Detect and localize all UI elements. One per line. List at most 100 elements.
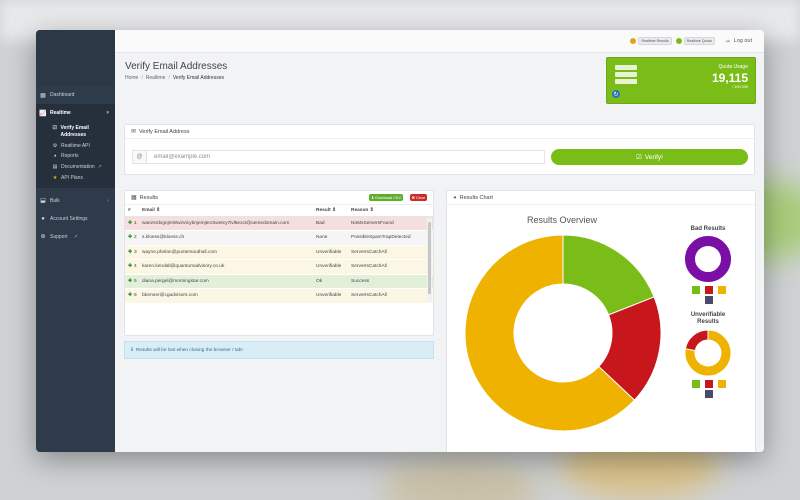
verify-email-panel: ✉ Verify Email Address @ ☑ Verify! (124, 124, 755, 175)
refresh-icon[interactable]: ↻ (612, 90, 620, 98)
sidebar-item-reports[interactable]: ◕ Reports (36, 151, 115, 162)
mini-legend-swatch[interactable] (718, 380, 726, 388)
expand-plus-icon[interactable]: ✚ (128, 250, 132, 255)
clear-button[interactable]: ✖ Clear (409, 194, 427, 201)
mini-legend-swatch[interactable] (705, 380, 713, 388)
result-cell: Unverifiable (313, 245, 348, 260)
table-header-row: # Email ⇕ Result ⇕ Reason ⇕ (125, 205, 433, 217)
sidebar-item-realtime-api[interactable]: ⚙ Realtime API (36, 141, 115, 152)
unverifiable-results-donut (684, 329, 732, 377)
panel-title: Verify Email Address (139, 128, 190, 135)
mini-legend-swatch[interactable] (705, 286, 713, 294)
email-cell: diana.pergel@morningstar.com (139, 274, 313, 289)
table-row[interactable]: ✚ 4 karen.kendall@quantumadvisory.co.uk Unv… (125, 259, 433, 275)
sort-icon: ⇕ (332, 207, 337, 213)
breadcrumb-home[interactable]: Home (125, 75, 138, 81)
expand-plus-icon[interactable]: ✚ (128, 279, 132, 284)
sidebar-item-realtime[interactable]: 📈 Realtime ▾ (36, 104, 115, 122)
verify-button[interactable]: ☑ Verify! (551, 149, 748, 165)
sidebar-item-label: Reports (61, 153, 79, 160)
sidebar-item-support[interactable]: ⊕ Support ↗ (36, 228, 115, 246)
app-window: ▦ Dashboard 📈 Realtime ▾ ☑ Verify Email … (36, 30, 764, 452)
unverifiable-results-title: Unverifiable (691, 312, 726, 318)
page-title: Verify Email Addresses (125, 61, 228, 72)
main-content: Verify Email Addresses Home / Realtime / Ver… (115, 53, 764, 452)
reason-cell: ServerIsCatchAll (348, 245, 433, 260)
sidebar-item-account-settings[interactable]: ● Account Settings (36, 210, 115, 228)
mini-legend-swatch[interactable] (705, 390, 713, 398)
external-link-icon: ↗ (73, 233, 78, 240)
expand-plus-icon[interactable]: ✚ (128, 264, 132, 269)
sidebar-item-label: API Plans (61, 174, 83, 181)
realtime-results-badge[interactable]: Realtime Results (630, 37, 672, 45)
sidebar-item-label: Realtime (50, 110, 71, 116)
column-header[interactable]: # (125, 205, 139, 217)
verify-button-label: Verify! (644, 153, 663, 161)
sidebar-item-bulk[interactable]: ⬓ Bulk ‹ (36, 192, 115, 210)
mini-legend-swatch[interactable] (692, 286, 700, 294)
realtime-submenu: ☑ Verify Email Addresses ⚙ Realtime API … (36, 122, 115, 188)
email-cell: bbenner@cgadvisors.com (139, 288, 313, 304)
row-number: 2 (134, 235, 137, 241)
close-icon: ✖ (411, 196, 415, 200)
row-number: 6 (134, 293, 137, 299)
star-icon: ★ (52, 174, 58, 181)
expand-plus-icon[interactable]: ✚ (128, 293, 132, 298)
server-icon (615, 65, 637, 86)
bad-results-title: Bad Results (691, 226, 726, 232)
logout-button[interactable]: ⇥ Log out (725, 38, 752, 45)
quota-dot-icon (675, 38, 682, 44)
column-header[interactable]: Reason ⇕ (348, 205, 433, 217)
column-header[interactable]: Email ⇕ (139, 205, 313, 217)
column-header[interactable]: Result ⇕ (313, 205, 348, 217)
cogs-icon: ⚙ (52, 142, 58, 149)
logout-icon: ⇥ (724, 38, 730, 45)
result-cell: Unverifiable (313, 288, 348, 304)
row-number: 5 (134, 278, 137, 284)
panel-header: ✉ Verify Email Address (125, 125, 754, 139)
row-number-cell: ✚ 1 (125, 216, 139, 231)
sidebar-item-documentation[interactable]: ▤ Documentation ↗ (36, 162, 115, 173)
sidebar-item-api-plans[interactable]: ★ API Plans (36, 173, 115, 184)
column-label: Result (316, 207, 331, 213)
slice-1[interactable] (684, 329, 709, 352)
top-bar: Realtime Results Realtime Quota ⇥ Log ou… (115, 30, 764, 53)
check-square-icon: ☑ (636, 154, 642, 161)
mini-legend-swatch[interactable] (692, 380, 700, 388)
mini-legend-swatch[interactable] (718, 286, 726, 294)
email-cell: wayne.phelan@puntersouthall.com (139, 245, 313, 260)
scrollbar[interactable] (427, 218, 432, 301)
expand-plus-icon[interactable]: ✚ (128, 221, 132, 226)
download-label: Download CSV (375, 195, 401, 200)
dashboard-icon: ▦ (40, 92, 46, 99)
checkbox-icon: ☑ (52, 125, 57, 131)
email-cell: karen.kendall@quantumadvisory.co.uk (139, 259, 313, 275)
slice-0[interactable] (685, 236, 731, 282)
scrollbar-thumb[interactable] (428, 222, 431, 294)
download-csv-button[interactable]: ⬇ Download CSV (369, 194, 403, 201)
sidebar-item-label: Documentation (61, 164, 95, 170)
table-row[interactable]: ✚ 5 diana.pergel@morningstar.com Ok Success (125, 274, 433, 289)
realtime-quota-badge[interactable]: Realtime Quota (675, 37, 715, 45)
result-cell: Bad (313, 216, 348, 231)
breadcrumb-current: Verify Email Addresses (172, 75, 224, 81)
breadcrumb-realtime[interactable]: Realtime (146, 75, 166, 81)
column-label: Email (142, 207, 155, 213)
table-row[interactable]: ✚ 6 bbenner@cgadvisors.com Unverifiable Serv… (125, 288, 433, 304)
reason-cell: PossibleSpamTrapDetected (348, 230, 433, 246)
sidebar-item-verify-email[interactable]: ☑ Verify Email Addresses (36, 123, 115, 141)
table-row[interactable]: ✚ 3 wayne.phelan@puntersouthall.com Unverif… (125, 245, 433, 260)
sidebar-item-dashboard[interactable]: ▦ Dashboard (36, 86, 115, 104)
mini-legend-swatch[interactable] (705, 296, 713, 304)
panel-header: ▦ Results ⬇ Download CSV ✖ Clear (125, 191, 433, 205)
user-icon: ● (41, 215, 45, 222)
sidebar-item-label: Account Settings (50, 215, 88, 222)
email-cell: s.kloess@kloess.ch (139, 230, 313, 246)
expand-plus-icon[interactable]: ✚ (128, 235, 132, 240)
external-link-icon: ↗ (97, 164, 102, 170)
table-row[interactable]: ✚ 1 waezsrdvgnjmWwzvtcybnjemjtecSwetcy7ivl… (125, 216, 433, 231)
quota-total: / 100,000 (732, 85, 748, 89)
email-field[interactable] (147, 151, 544, 163)
table-row[interactable]: ✚ 2 s.kloess@kloess.ch None PossibleSpamTrap… (125, 230, 433, 246)
row-number: 4 (134, 264, 137, 270)
